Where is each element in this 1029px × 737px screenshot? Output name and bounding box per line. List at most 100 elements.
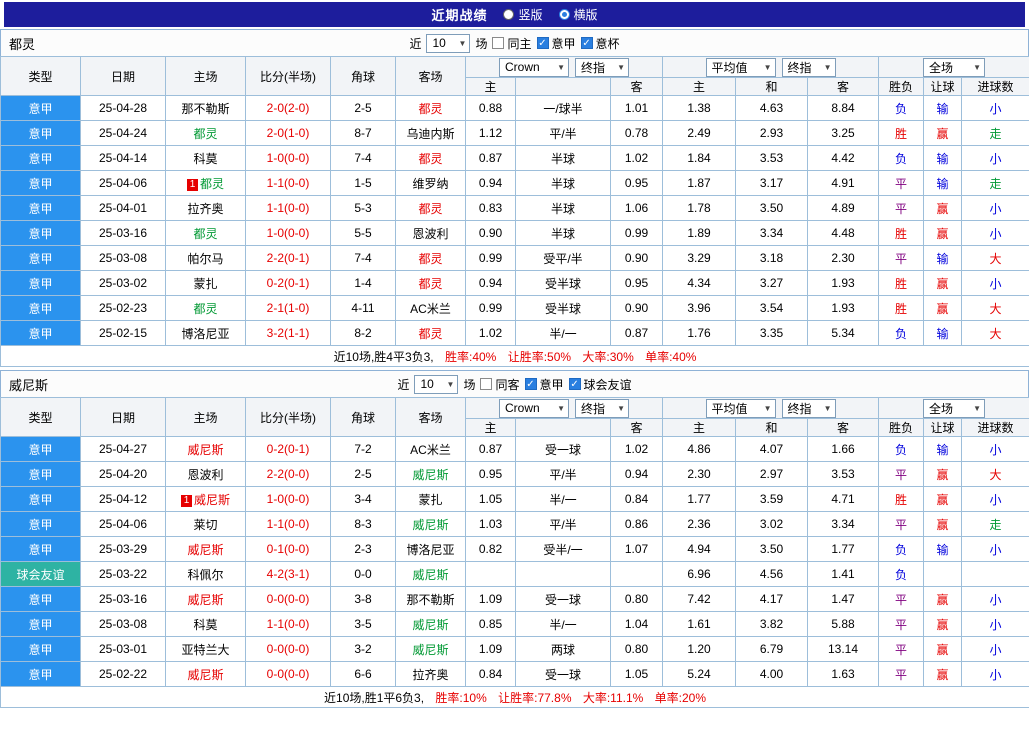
avg-away-odds: 3.34 bbox=[808, 512, 879, 537]
avg-away-odds: 4.91 bbox=[808, 171, 879, 196]
home-team-cell[interactable]: 蒙扎 bbox=[166, 271, 246, 296]
away-team-cell[interactable]: 恩波利 bbox=[396, 221, 466, 246]
date-cell: 25-04-12 bbox=[81, 487, 166, 512]
away-team-cell[interactable]: AC米兰 bbox=[396, 296, 466, 321]
scope-select[interactable]: 全场▼ bbox=[923, 58, 985, 77]
checkbox-serie-a[interactable]: ✓ 意甲 bbox=[525, 376, 564, 393]
result-handicap-cell: 输 bbox=[924, 96, 962, 121]
away-team-cell[interactable]: 蒙扎 bbox=[396, 487, 466, 512]
corners-cell: 4-11 bbox=[331, 296, 396, 321]
col-header-away: 客场 bbox=[396, 57, 466, 96]
home-team-cell[interactable]: 那不勒斯 bbox=[166, 96, 246, 121]
home-team-cell[interactable]: 科佩尔 bbox=[166, 562, 246, 587]
match-row: 意甲25-04-28那不勒斯2-0(2-0)2-5都灵0.88一/球半1.011… bbox=[1, 96, 1029, 121]
checkbox-club-friendly[interactable]: ✓ 球会友谊 bbox=[569, 376, 632, 393]
odds-time-select[interactable]: 终指▼ bbox=[575, 399, 629, 418]
crown-home-odds: 1.05 bbox=[466, 487, 516, 512]
avg-away-odds: 1.93 bbox=[808, 296, 879, 321]
score-cell: 3-2(1-1) bbox=[246, 321, 331, 346]
crown-home-odds: 1.12 bbox=[466, 121, 516, 146]
checkbox-icon: ✓ bbox=[525, 378, 537, 390]
away-team-cell[interactable]: 威尼斯 bbox=[396, 612, 466, 637]
red-card-badge: 1 bbox=[187, 179, 198, 191]
home-team-cell[interactable]: 威尼斯 bbox=[166, 587, 246, 612]
avg-away-odds: 2.30 bbox=[808, 246, 879, 271]
away-team-cell[interactable]: 威尼斯 bbox=[396, 512, 466, 537]
home-team-cell[interactable]: 亚特兰大 bbox=[166, 637, 246, 662]
crown-handicap: 半球 bbox=[516, 171, 611, 196]
average-select[interactable]: 平均值▼ bbox=[706, 399, 776, 418]
home-team-cell[interactable]: 威尼斯 bbox=[166, 437, 246, 462]
avg-away-odds: 4.48 bbox=[808, 221, 879, 246]
average-select[interactable]: 平均值▼ bbox=[706, 58, 776, 77]
league-type-cell: 意甲 bbox=[1, 96, 81, 121]
avg-home-odds: 1.89 bbox=[663, 221, 736, 246]
chevron-down-icon: ▼ bbox=[973, 63, 981, 72]
away-team-cell[interactable]: 都灵 bbox=[396, 96, 466, 121]
matches-count-select[interactable]: 10▼ bbox=[426, 34, 470, 53]
result-handicap-cell: 输 bbox=[924, 246, 962, 271]
matches-count-select[interactable]: 10▼ bbox=[414, 375, 458, 394]
away-team-cell[interactable]: 威尼斯 bbox=[396, 637, 466, 662]
home-team-cell[interactable]: 恩波利 bbox=[166, 462, 246, 487]
summary-handicap-rate: 让胜率:50% bbox=[508, 350, 571, 364]
away-team-cell[interactable]: 都灵 bbox=[396, 196, 466, 221]
league-type-cell: 意甲 bbox=[1, 121, 81, 146]
home-team-cell[interactable]: 都灵 bbox=[166, 121, 246, 146]
home-team-cell[interactable]: 威尼斯 bbox=[166, 537, 246, 562]
checkbox-coppa-italia[interactable]: ✓ 意杯 bbox=[581, 35, 620, 52]
bookmaker-select[interactable]: Crown▼ bbox=[499, 58, 569, 77]
corners-cell: 0-0 bbox=[331, 562, 396, 587]
score-cell: 2-2(0-1) bbox=[246, 246, 331, 271]
away-team-cell[interactable]: 都灵 bbox=[396, 271, 466, 296]
games-label: 场 bbox=[475, 35, 487, 52]
avg-away-odds: 3.53 bbox=[808, 462, 879, 487]
col-header-type: 类型 bbox=[1, 57, 81, 96]
away-team-cell[interactable]: 那不勒斯 bbox=[396, 587, 466, 612]
away-team-cell[interactable]: 乌迪内斯 bbox=[396, 121, 466, 146]
home-team-cell[interactable]: 1都灵 bbox=[166, 171, 246, 196]
away-team-cell[interactable]: 拉齐奥 bbox=[396, 662, 466, 687]
chevron-down-icon: ▼ bbox=[447, 380, 455, 389]
league-type-cell: 意甲 bbox=[1, 537, 81, 562]
away-team-cell[interactable]: 都灵 bbox=[396, 246, 466, 271]
summary-record: 近10场,胜4平3负3, bbox=[334, 350, 434, 364]
score-cell: 4-2(3-1) bbox=[246, 562, 331, 587]
radio-horizontal-layout[interactable]: 横版 bbox=[559, 6, 598, 23]
score-cell: 0-2(0-1) bbox=[246, 271, 331, 296]
checkbox-same-away[interactable]: 同客 bbox=[480, 376, 519, 393]
away-team-cell[interactable]: 威尼斯 bbox=[396, 462, 466, 487]
away-team-cell[interactable]: AC米兰 bbox=[396, 437, 466, 462]
home-team-cell[interactable]: 拉齐奥 bbox=[166, 196, 246, 221]
home-team-cell[interactable]: 莱切 bbox=[166, 512, 246, 537]
home-team-cell[interactable]: 都灵 bbox=[166, 296, 246, 321]
checkbox-serie-a[interactable]: ✓ 意甲 bbox=[537, 35, 576, 52]
home-team-cell[interactable]: 帕尔马 bbox=[166, 246, 246, 271]
sub-header-crown-home: 主 bbox=[466, 78, 516, 96]
radio-vertical-layout[interactable]: 竖版 bbox=[503, 6, 542, 23]
home-team-cell[interactable]: 威尼斯 bbox=[166, 662, 246, 687]
checkbox-same-home[interactable]: 同主 bbox=[492, 35, 531, 52]
away-team-cell[interactable]: 威尼斯 bbox=[396, 562, 466, 587]
match-row: 意甲25-02-15博洛尼亚3-2(1-1)8-2都灵1.02半/一0.871.… bbox=[1, 321, 1029, 346]
home-team-cell[interactable]: 科莫 bbox=[166, 612, 246, 637]
home-team-cell[interactable]: 科莫 bbox=[166, 146, 246, 171]
result-winlose-cell: 胜 bbox=[879, 221, 924, 246]
away-team-cell[interactable]: 博洛尼亚 bbox=[396, 537, 466, 562]
scope-select[interactable]: 全场▼ bbox=[923, 399, 985, 418]
odds-time-select[interactable]: 终指▼ bbox=[575, 58, 629, 77]
avg-time-select[interactable]: 终指▼ bbox=[782, 399, 836, 418]
home-team-cell[interactable]: 博洛尼亚 bbox=[166, 321, 246, 346]
home-team-cell[interactable]: 1威尼斯 bbox=[166, 487, 246, 512]
away-team-cell[interactable]: 维罗纳 bbox=[396, 171, 466, 196]
league-type-cell: 意甲 bbox=[1, 246, 81, 271]
away-team-cell[interactable]: 都灵 bbox=[396, 321, 466, 346]
score-cell: 0-2(0-1) bbox=[246, 437, 331, 462]
avg-time-select[interactable]: 终指▼ bbox=[782, 58, 836, 77]
results-table-venezia: 类型 日期 主场 比分(半场) 角球 客场 Crown▼ 终指▼ bbox=[0, 397, 1029, 708]
home-team-cell[interactable]: 都灵 bbox=[166, 221, 246, 246]
bookmaker-select[interactable]: Crown▼ bbox=[499, 399, 569, 418]
away-team-cell[interactable]: 都灵 bbox=[396, 146, 466, 171]
crown-away-odds: 0.95 bbox=[611, 271, 663, 296]
radio-icon bbox=[559, 9, 570, 20]
